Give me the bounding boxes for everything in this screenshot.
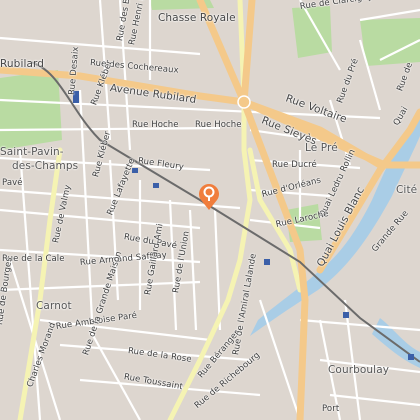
label-cite: Cité P: [396, 184, 420, 196]
label-saint-pavin: Saint-Pavin-: [0, 146, 64, 158]
label-le-pre: Le Pré: [305, 142, 338, 154]
map-pin-icon[interactable]: [196, 181, 222, 211]
map-view[interactable]: Chasse Royale Rue de Clarcigny Rue des C…: [0, 0, 420, 420]
label-rue-ducre: Rue Ducré: [272, 160, 317, 170]
label-pave-fragment: Pavé: [2, 178, 23, 188]
label-rue-hoche-east: Rue Hoche: [195, 120, 242, 130]
label-port: Port: [322, 404, 340, 414]
label-des-champs: des-Champs: [12, 160, 79, 172]
label-rubilard-west: Rubilard: [0, 58, 45, 70]
label-courboulay: Courboulay: [328, 364, 390, 376]
label-carnot: Carnot: [36, 300, 72, 312]
label-chasse-royale: Chasse Royale: [158, 12, 236, 24]
label-rue-hoche-west: Rue Hoche: [132, 120, 179, 130]
roundabout: [237, 95, 251, 109]
